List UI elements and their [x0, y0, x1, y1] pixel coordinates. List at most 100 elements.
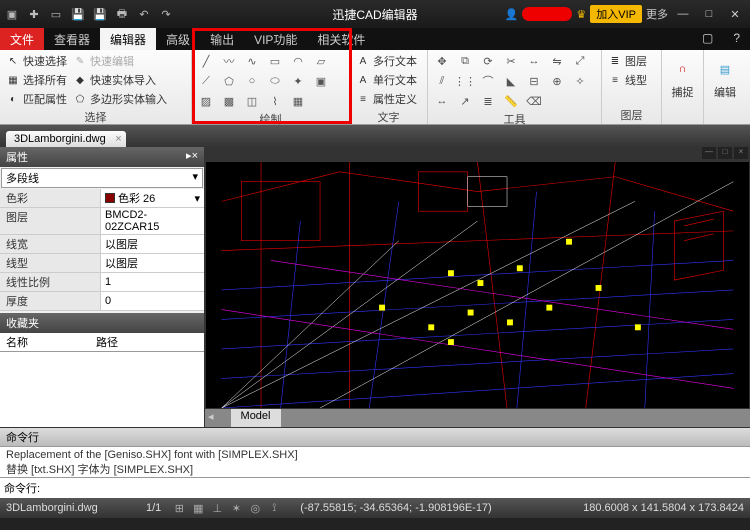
polygon-tool[interactable]: ⬠ [219, 72, 239, 90]
quick-edit-button[interactable]: ✎快速编辑 [71, 52, 169, 70]
mtext-button[interactable]: A多行文本 [354, 52, 419, 70]
more-button[interactable]: 更多 [646, 6, 668, 22]
layers-icon: ≣ [608, 54, 622, 68]
tab-prev-icon[interactable]: ◂ [205, 409, 217, 427]
vp-max-icon[interactable]: □ [718, 147, 732, 159]
dim-tool[interactable]: ↔ [432, 92, 452, 110]
spline-tool[interactable]: ∿ [242, 52, 262, 70]
vp-close-icon[interactable]: × [734, 147, 748, 159]
trim-tool[interactable]: ✂ [501, 52, 521, 70]
rect-tool[interactable]: ▭ [265, 52, 285, 70]
prop-row-linetype[interactable]: 线型以图层 [0, 254, 204, 273]
revcloud-tool[interactable]: ⌇ [265, 92, 285, 110]
extend-tool[interactable]: ↔ [524, 52, 544, 70]
layer-button[interactable]: ≣图层 [606, 52, 649, 70]
edit-big-button[interactable]: ▤编辑 [708, 52, 742, 110]
hatch-tool[interactable]: ▨ [196, 92, 216, 110]
tab-viewer[interactable]: 查看器 [44, 28, 100, 50]
snap-button[interactable]: ∩捕捉 [666, 52, 699, 110]
vip-button[interactable]: 加入VIP [590, 5, 642, 23]
fav-col-path[interactable]: 路径 [90, 333, 124, 351]
collapse-ribbon-button[interactable]: ▢ [692, 28, 723, 50]
scale-tool[interactable]: ⤢ [570, 52, 590, 70]
log-line: 替换 [txt.SHX] 字体为 [SIMPLEX.SHX] [6, 461, 744, 477]
fav-col-name[interactable]: 名称 [0, 333, 90, 351]
polygon-solid-input-button[interactable]: ⬠多边形实体输入 [71, 90, 169, 108]
shape-tool[interactable]: ▱ [311, 52, 331, 70]
grid-toggle[interactable]: ▦ [190, 501, 206, 515]
quick-select-button[interactable]: ↖快速选择 [4, 52, 69, 70]
explode-tool[interactable]: ✧ [570, 72, 590, 90]
copy-tool[interactable]: ⧉ [455, 52, 475, 70]
user-icon[interactable]: 👤 [505, 8, 519, 21]
selection-dropdown[interactable]: 多段线▾ [1, 168, 203, 188]
linetype-button[interactable]: ≡线型 [606, 71, 649, 89]
match-attrs-button[interactable]: ◐匹配属性 [4, 90, 69, 108]
mirror-tool[interactable]: ⇋ [547, 52, 567, 70]
select-all-button[interactable]: ▦选择所有 [4, 71, 69, 89]
polar-toggle[interactable]: ✶ [228, 501, 244, 515]
attrdef-button[interactable]: ≡属性定义 [354, 90, 419, 108]
new-icon[interactable]: ✚ [24, 4, 44, 24]
tab-file[interactable]: 文件 [0, 28, 44, 50]
close-tab-icon[interactable]: × [115, 133, 121, 145]
redo-icon[interactable]: ↷ [156, 4, 176, 24]
tab-output[interactable]: 输出 [200, 28, 244, 50]
erase-tool[interactable]: ⌫ [524, 92, 544, 110]
tab-editor[interactable]: 编辑器 [100, 28, 156, 50]
prop-row-color[interactable]: 色彩色彩 26▾ [0, 189, 204, 208]
tab-related[interactable]: 相关软件 [307, 28, 375, 50]
rotate-tool[interactable]: ⟳ [478, 52, 498, 70]
block-tool[interactable]: ▣ [311, 72, 331, 90]
region-tool[interactable]: ◫ [242, 92, 262, 110]
panel-close-icon[interactable]: ▸× [186, 149, 198, 165]
command-input[interactable] [44, 480, 746, 496]
ellipse-tool[interactable]: ⬭ [265, 72, 285, 90]
drawing-canvas[interactable] [205, 161, 750, 409]
osnap-toggle[interactable]: ◎ [247, 501, 263, 515]
quick-solid-import-button[interactable]: ◆快速实体导入 [71, 71, 169, 89]
xline-tool[interactable]: ⟋ [196, 72, 216, 90]
circle-tool[interactable]: ○ [242, 72, 262, 90]
polyline-tool[interactable]: 〰 [219, 52, 239, 70]
minimize-button[interactable]: — [672, 5, 694, 23]
line-tool[interactable]: ╱ [196, 52, 216, 70]
chamfer-tool[interactable]: ◣ [501, 72, 521, 90]
help-button[interactable]: ? [723, 28, 750, 50]
break-tool[interactable]: ⊟ [524, 72, 544, 90]
prop-row-thickness[interactable]: 厚度0 [0, 292, 204, 311]
ortho-toggle[interactable]: ⊥ [209, 501, 225, 515]
maximize-button[interactable]: □ [698, 5, 720, 23]
otrack-toggle[interactable]: ⟟ [266, 501, 282, 515]
app-icon[interactable]: ▣ [2, 4, 22, 24]
align-tool[interactable]: ≣ [478, 92, 498, 110]
prop-row-layer[interactable]: 图层BMCD2-02ZCAR15 [0, 208, 204, 235]
move-tool[interactable]: ✥ [432, 52, 452, 70]
gradient-tool[interactable]: ▩ [219, 92, 239, 110]
vp-min-icon[interactable]: — [702, 147, 716, 159]
arc-tool[interactable]: ◠ [288, 52, 308, 70]
table-tool[interactable]: ▦ [288, 92, 308, 110]
open-icon[interactable]: ▭ [46, 4, 66, 24]
app-title: 迅捷CAD编辑器 [332, 6, 417, 23]
point-tool[interactable]: ✦ [288, 72, 308, 90]
leader-tool[interactable]: ↗ [455, 92, 475, 110]
stext-button[interactable]: A单行文本 [354, 71, 419, 89]
model-tab[interactable]: Model [231, 409, 281, 427]
join-tool[interactable]: ⊕ [547, 72, 567, 90]
snap-toggle[interactable]: ⊞ [171, 501, 187, 515]
saveall-icon[interactable]: 💾 [90, 4, 110, 24]
document-tab[interactable]: 3DLamborgini.dwg × [6, 131, 126, 147]
print-icon[interactable]: 🖶 [112, 4, 132, 24]
save-icon[interactable]: 💾 [68, 4, 88, 24]
measure-tool[interactable]: 📏 [501, 92, 521, 110]
tab-vip[interactable]: VIP功能 [244, 28, 307, 50]
tab-advanced[interactable]: 高级 [156, 28, 200, 50]
undo-icon[interactable]: ↶ [134, 4, 154, 24]
fillet-tool[interactable]: ⌒ [478, 72, 498, 90]
offset-tool[interactable]: ⫽ [432, 72, 452, 90]
prop-row-ltscale[interactable]: 线性比例1 [0, 273, 204, 292]
prop-row-lineweight[interactable]: 线宽以图层 [0, 235, 204, 254]
close-button[interactable]: ✕ [724, 5, 746, 23]
array-tool[interactable]: ⋮⋮ [455, 72, 475, 90]
